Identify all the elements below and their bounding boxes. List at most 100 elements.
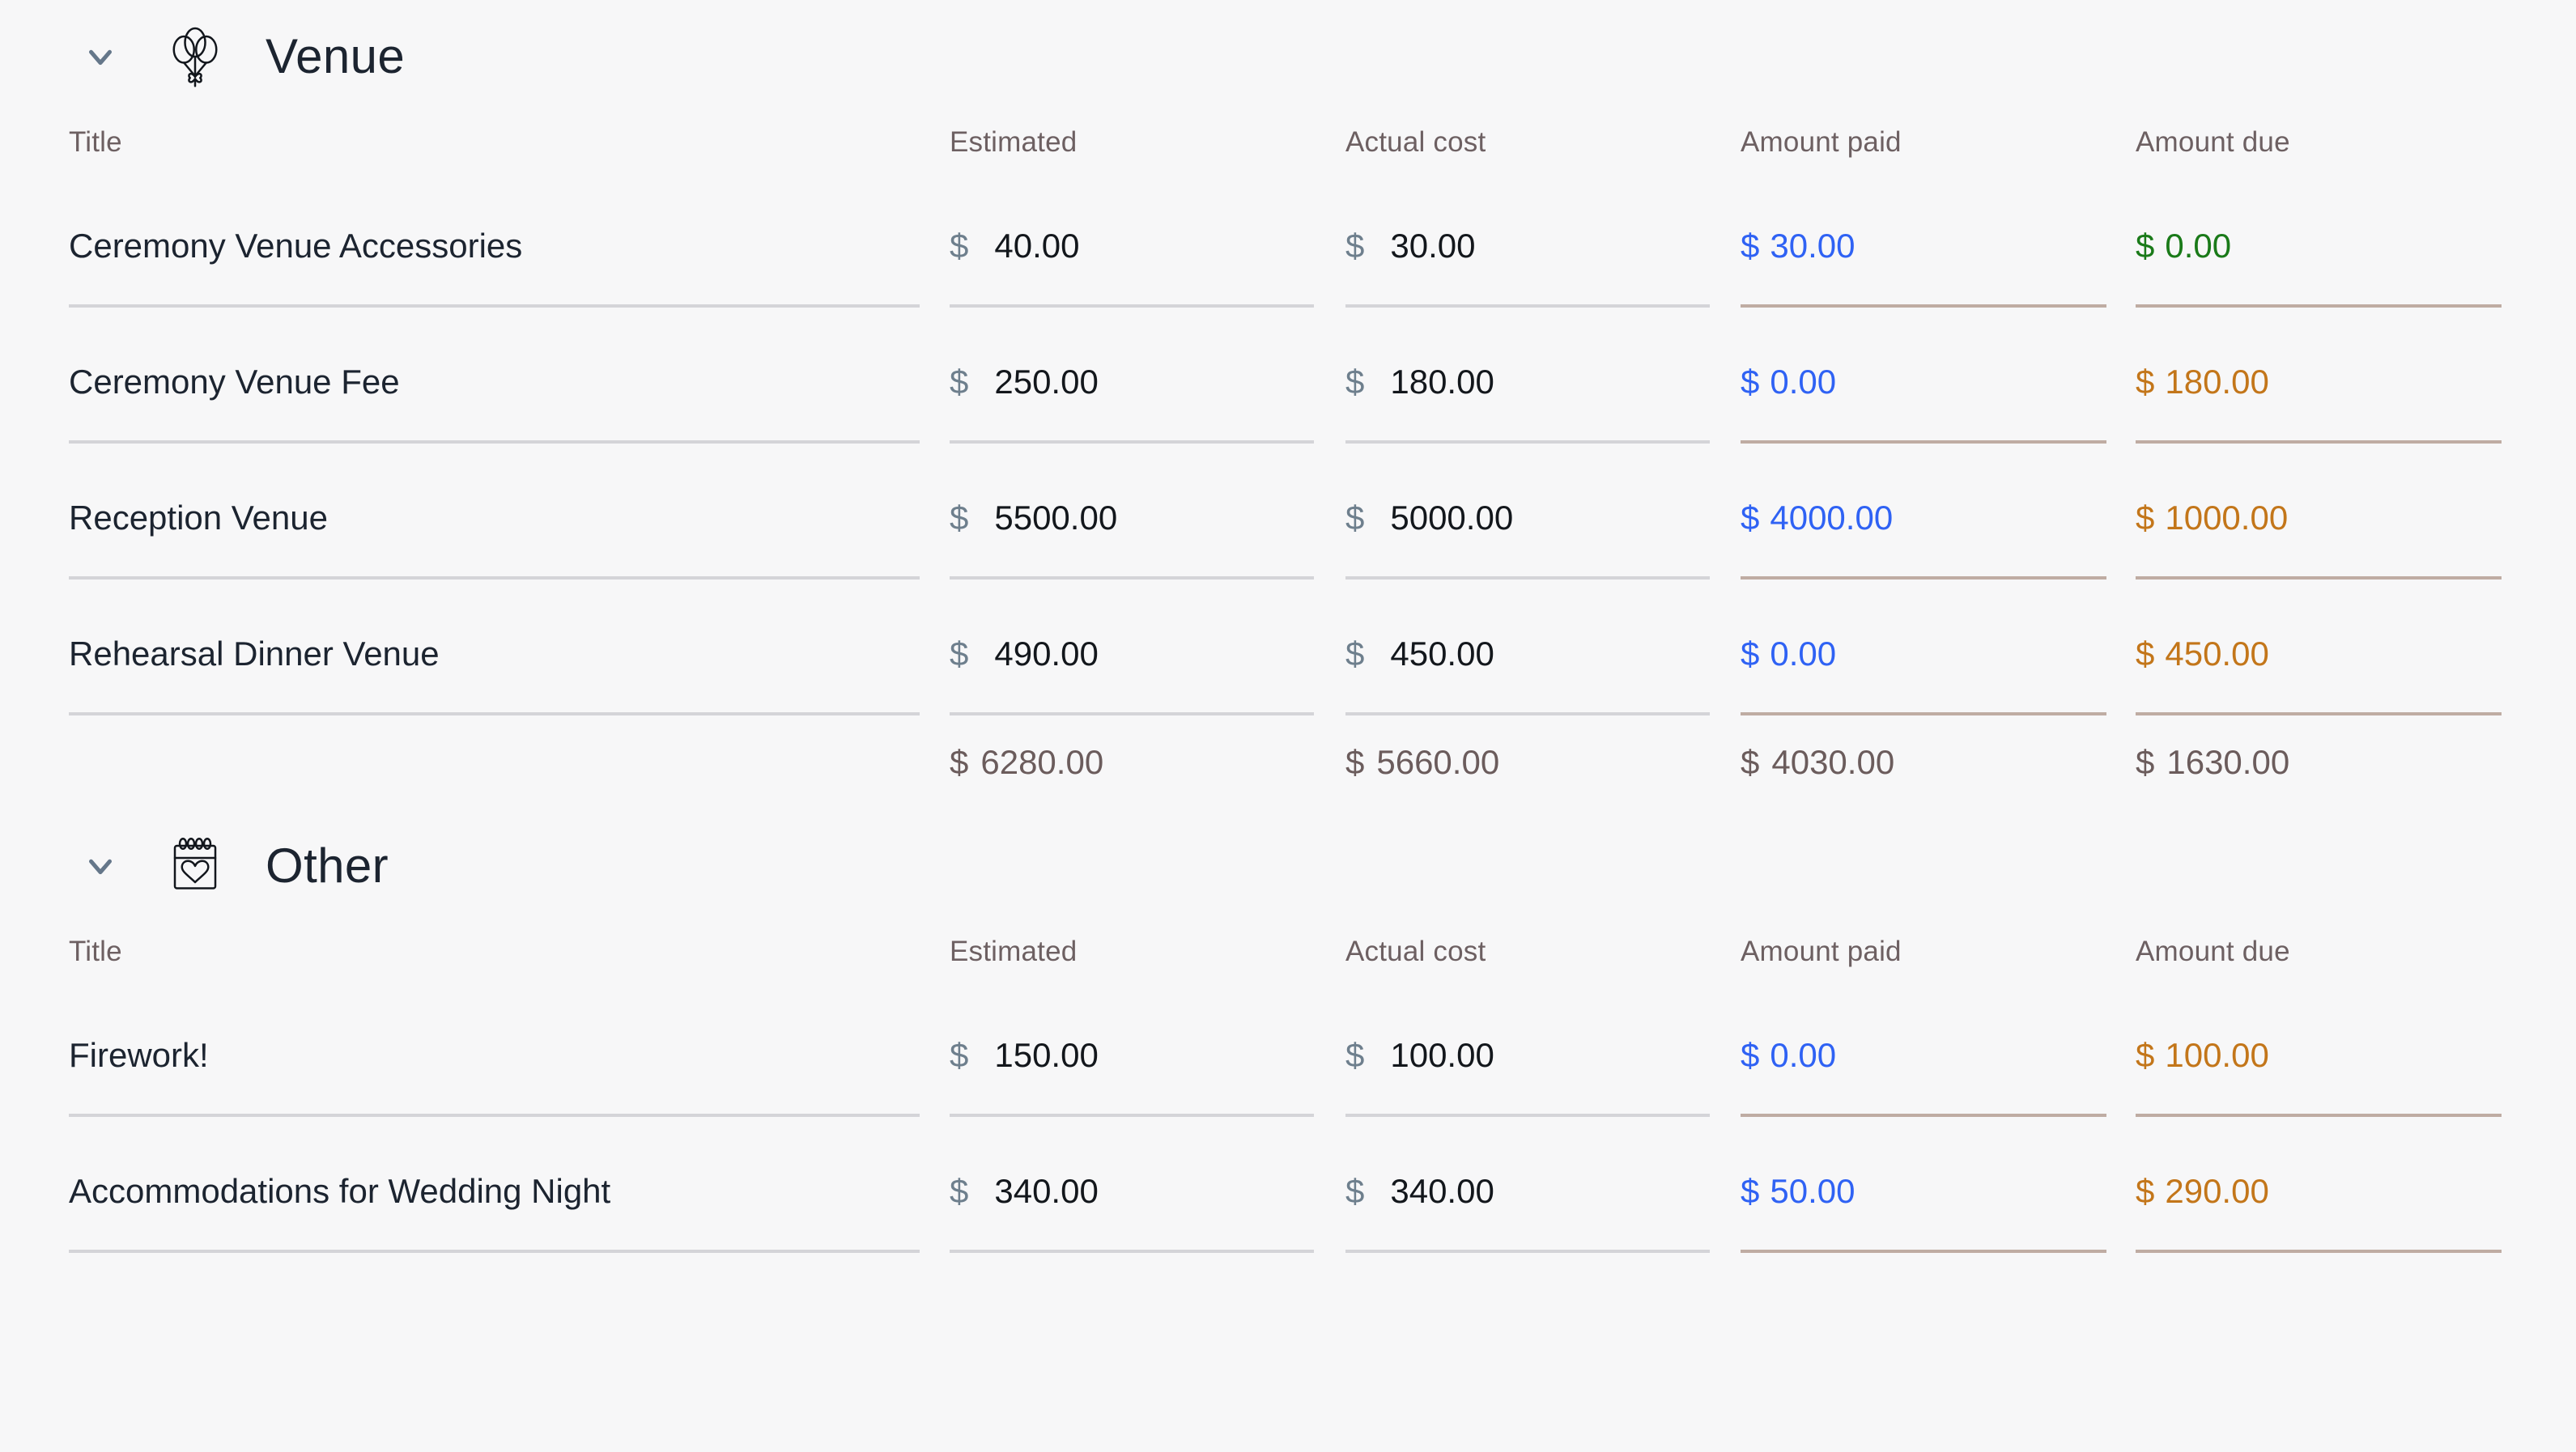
money-amount: 30.00 xyxy=(1390,227,1476,265)
money-amount: 340.00 xyxy=(1390,1172,1494,1210)
row-actual-cost-cell[interactable]: $450.00 xyxy=(1345,580,1710,715)
currency-symbol: $ xyxy=(950,499,969,537)
money-value: $180.00 xyxy=(1345,363,1494,401)
row-actual-cost-cell[interactable]: $340.00 xyxy=(1345,1117,1710,1253)
money-amount: 4000.00 xyxy=(1770,499,1894,537)
total-amount: 4030.00 xyxy=(1771,743,1895,781)
money-value: $250.00 xyxy=(950,363,1099,401)
row-amount-due-cell[interactable]: $180.00 xyxy=(2136,308,2502,444)
table-row[interactable]: Reception Venue $5500.00 $5000.00 $4000.00 $… xyxy=(0,444,2576,580)
money-value: $450.00 xyxy=(1345,635,1494,673)
money-amount: 150.00 xyxy=(994,1036,1099,1074)
money-amount: 50.00 xyxy=(1770,1172,1855,1210)
currency-symbol: $ xyxy=(2136,227,2155,265)
money-value: $30.00 xyxy=(1741,227,1855,265)
row-estimated-cell[interactable]: $490.00 xyxy=(950,580,1314,715)
column-header-label: Actual cost xyxy=(1345,936,1486,967)
column-header-label: Amount paid xyxy=(1741,126,1902,158)
money-value: $0.00 xyxy=(2136,227,2231,265)
money-value: $40.00 xyxy=(950,227,1079,265)
totals-amount-paid: $4030.00 xyxy=(1741,715,2106,809)
row-estimated-cell[interactable]: $40.00 xyxy=(950,172,1314,308)
currency-symbol: $ xyxy=(1345,743,1365,781)
money-amount: 5000.00 xyxy=(1390,499,1514,537)
column-header-label: Title xyxy=(69,126,122,158)
row-amount-paid-cell[interactable]: $50.00 xyxy=(1741,1117,2106,1253)
row-title: Firework! xyxy=(69,1036,209,1074)
chevron-down-icon[interactable] xyxy=(74,840,126,892)
column-header-amount-due: Amount due xyxy=(2136,923,2502,981)
row-estimated-cell[interactable]: $150.00 xyxy=(950,981,1314,1117)
money-amount: 0.00 xyxy=(1770,1036,1837,1074)
table-row[interactable]: Firework! $150.00 $100.00 $0.00 $100.00 xyxy=(0,981,2576,1117)
currency-symbol: $ xyxy=(950,1036,969,1074)
table-row[interactable]: Rehearsal Dinner Venue $490.00 $450.00 $0.0… xyxy=(0,580,2576,715)
column-header-label: Estimated xyxy=(950,936,1078,967)
row-title-cell[interactable]: Accommodations for Wedding Night xyxy=(69,1117,920,1253)
table-row[interactable]: Ceremony Venue Fee $250.00 $180.00 $0.00 $18… xyxy=(0,308,2576,444)
row-title: Ceremony Venue Fee xyxy=(69,363,400,401)
money-amount: 100.00 xyxy=(2165,1036,2269,1074)
budget-table-other: Title Estimated Actual cost Amount paid Amou… xyxy=(0,923,2576,1253)
table-row[interactable]: Accommodations for Wedding Night $340.00 $… xyxy=(0,1117,2576,1253)
money-value: $340.00 xyxy=(950,1172,1099,1211)
column-header-title: Title xyxy=(69,113,920,172)
column-header-title: Title xyxy=(69,923,920,981)
money-value: $450.00 xyxy=(2136,635,2269,673)
column-header-actual-cost: Actual cost xyxy=(1345,923,1710,981)
money-amount: 30.00 xyxy=(1770,227,1855,265)
sections-container: Venue Title Estimated Actual cost Amount pai… xyxy=(0,0,2576,1253)
currency-symbol: $ xyxy=(950,743,969,781)
row-amount-paid-cell[interactable]: $0.00 xyxy=(1741,580,2106,715)
section-header-other: Other xyxy=(0,809,2576,923)
money-value: $100.00 xyxy=(1345,1036,1494,1075)
row-amount-due-cell[interactable]: $100.00 xyxy=(2136,981,2502,1117)
row-actual-cost-cell[interactable]: $5000.00 xyxy=(1345,444,1710,580)
row-actual-cost-cell[interactable]: $30.00 xyxy=(1345,172,1710,308)
money-amount: 0.00 xyxy=(1770,635,1837,673)
money-value: $5000.00 xyxy=(1345,499,1513,537)
chevron-down-icon[interactable] xyxy=(74,31,126,83)
row-title: Ceremony Venue Accessories xyxy=(69,227,523,265)
money-value: $150.00 xyxy=(950,1036,1099,1075)
money-amount: 340.00 xyxy=(994,1172,1099,1210)
money-value: $0.00 xyxy=(1741,363,1836,401)
row-amount-due-cell[interactable]: $450.00 xyxy=(2136,580,2502,715)
row-title-cell[interactable]: Ceremony Venue Accessories xyxy=(69,172,920,308)
column-header-label: Title xyxy=(69,936,122,967)
money-value: $5500.00 xyxy=(950,499,1117,537)
row-amount-due-cell[interactable]: $1000.00 xyxy=(2136,444,2502,580)
totals-blank-cell xyxy=(69,715,920,809)
row-title-cell[interactable]: Ceremony Venue Fee xyxy=(69,308,920,444)
row-title-cell[interactable]: Rehearsal Dinner Venue xyxy=(69,580,920,715)
row-amount-paid-cell[interactable]: $0.00 xyxy=(1741,981,2106,1117)
row-estimated-cell[interactable]: $5500.00 xyxy=(950,444,1314,580)
row-amount-due-cell[interactable]: $290.00 xyxy=(2136,1117,2502,1253)
row-amount-paid-cell[interactable]: $0.00 xyxy=(1741,308,2106,444)
row-actual-cost-cell[interactable]: $180.00 xyxy=(1345,308,1710,444)
money-value: $490.00 xyxy=(950,635,1099,673)
row-actual-cost-cell[interactable]: $100.00 xyxy=(1345,981,1710,1117)
currency-symbol: $ xyxy=(950,363,969,401)
row-amount-due-cell[interactable]: $0.00 xyxy=(2136,172,2502,308)
table-row[interactable]: Ceremony Venue Accessories $40.00 $30.00 $3… xyxy=(0,172,2576,308)
column-header-label: Amount paid xyxy=(1741,936,1902,967)
calendar-heart-icon xyxy=(160,831,230,901)
money-value: $180.00 xyxy=(2136,363,2269,401)
row-estimated-cell[interactable]: $250.00 xyxy=(950,308,1314,444)
money-amount: 180.00 xyxy=(2165,363,2269,401)
row-amount-paid-cell[interactable]: $30.00 xyxy=(1741,172,2106,308)
currency-symbol: $ xyxy=(1741,743,1760,781)
currency-symbol: $ xyxy=(1345,363,1365,401)
budget-page: Venue Title Estimated Actual cost Amount pai… xyxy=(0,0,2576,1452)
currency-symbol: $ xyxy=(2136,1036,2155,1074)
column-header-label: Estimated xyxy=(950,126,1078,158)
row-title-cell[interactable]: Reception Venue xyxy=(69,444,920,580)
table-header-row: Title Estimated Actual cost Amount paid Amou… xyxy=(0,113,2576,172)
currency-symbol: $ xyxy=(1741,499,1760,537)
total-money-value: $1630.00 xyxy=(2136,743,2289,782)
row-amount-paid-cell[interactable]: $4000.00 xyxy=(1741,444,2106,580)
money-value: $4000.00 xyxy=(1741,499,1893,537)
row-title-cell[interactable]: Firework! xyxy=(69,981,920,1117)
row-estimated-cell[interactable]: $340.00 xyxy=(950,1117,1314,1253)
